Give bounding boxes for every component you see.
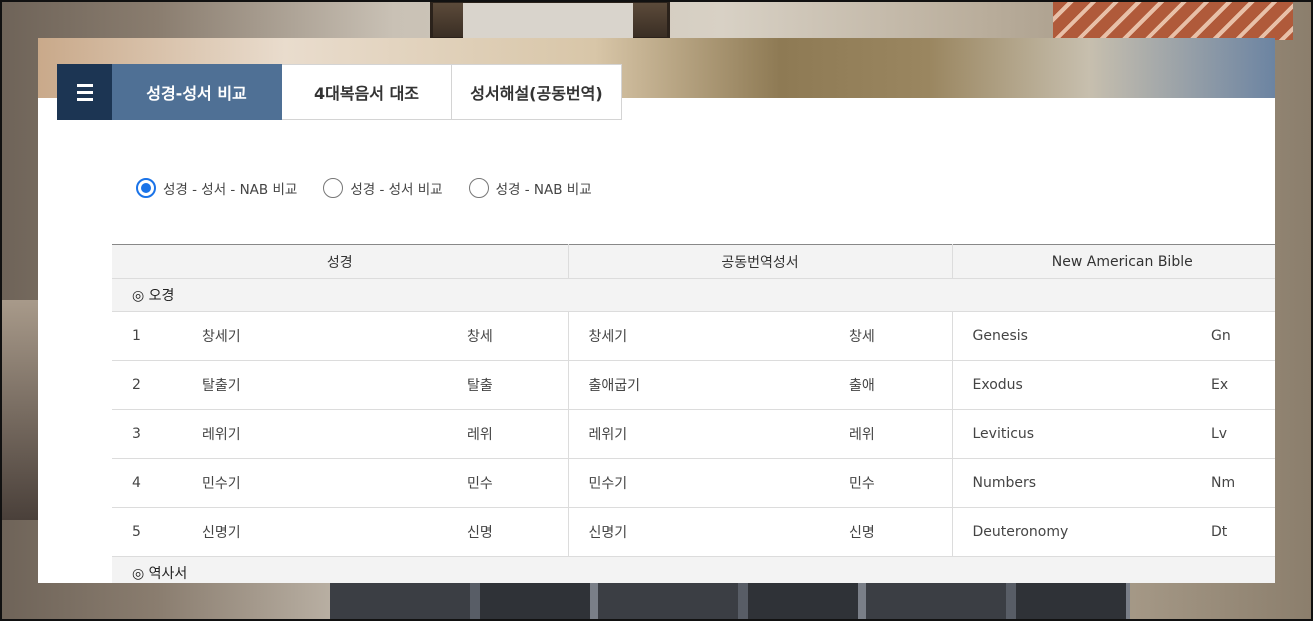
- book-abbr-nab: Ex: [1191, 360, 1275, 410]
- book-abbr-nab: Gn: [1191, 311, 1275, 361]
- book-abbr-common: 신명: [829, 507, 953, 557]
- table-row[interactable]: 3 레위기 레위 레위기 레위 Leviticus Lv: [112, 409, 1275, 459]
- table-row[interactable]: 2 탈출기 탈출 출애굽기 출애 Exodus Ex: [112, 360, 1275, 410]
- section-row: ◎ 오경: [112, 278, 1275, 312]
- book-number: 2: [112, 360, 182, 410]
- background-roof: [1053, 0, 1293, 40]
- section-title: ◎ 오경: [112, 278, 1275, 312]
- tab-four-gospels[interactable]: 4대복음서 대조: [282, 64, 452, 120]
- section-row: ◎ 역사서: [112, 556, 1275, 583]
- book-name-common: 민수기: [568, 458, 829, 508]
- book-comparison-table: 성경 공동번역성서 New American Bible ◎ 오경 1 창세기 창세 창…: [112, 244, 1275, 583]
- book-abbr-catholic: 탈출: [447, 360, 569, 410]
- book-number: 3: [112, 409, 182, 459]
- header-common-translation: 공동번역성서: [568, 244, 953, 279]
- tab-bar: 성경-성서 비교 4대복음서 대조 성서해설(공동번역): [57, 64, 622, 120]
- book-name-catholic: 창세기: [182, 311, 447, 361]
- tab-bible-comparison[interactable]: 성경-성서 비교: [112, 64, 282, 120]
- book-abbr-common: 창세: [829, 311, 953, 361]
- radio-bible-common[interactable]: 성경 - 성서 비교: [323, 178, 443, 198]
- book-abbr-catholic: 레위: [447, 409, 569, 459]
- book-number: 1: [112, 311, 182, 361]
- book-name-catholic: 민수기: [182, 458, 447, 508]
- header-nab: New American Bible: [952, 244, 1275, 279]
- book-abbr-common: 레위: [829, 409, 953, 459]
- radio-bible-nab[interactable]: 성경 - NAB 비교: [468, 178, 592, 198]
- book-name-common: 레위기: [568, 409, 829, 459]
- book-name-catholic: 신명기: [182, 507, 447, 557]
- book-abbr-nab: Lv: [1191, 409, 1275, 459]
- radio-all-three[interactable]: 성경 - 성서 - NAB 비교: [136, 178, 297, 198]
- book-name-nab: Deuteronomy: [952, 507, 1191, 557]
- radio-dot[interactable]: [136, 178, 156, 198]
- section-title: ◎ 역사서: [112, 556, 1275, 583]
- radio-label: 성경 - 성서 - NAB 비교: [163, 182, 298, 198]
- book-abbr-catholic: 민수: [447, 458, 569, 508]
- header-catholic-bible: 성경: [112, 244, 569, 279]
- table-row[interactable]: 4 민수기 민수 민수기 민수 Numbers Nm: [112, 458, 1275, 508]
- book-name-common: 창세기: [568, 311, 829, 361]
- book-name-nab: Leviticus: [952, 409, 1191, 459]
- radio-dot[interactable]: [323, 178, 344, 198]
- book-name-catholic: 레위기: [182, 409, 447, 459]
- table-body: ◎ 오경 1 창세기 창세 창세기 창세 Genesis Gn 2 탈출기 탈출 출애굽기 출애 Exod…: [112, 278, 1275, 583]
- book-name-nab: Exodus: [952, 360, 1191, 410]
- menu-button[interactable]: [57, 64, 112, 120]
- book-name-common: 신명기: [568, 507, 829, 557]
- book-name-catholic: 탈출기: [182, 360, 447, 410]
- book-name-nab: Genesis: [952, 311, 1191, 361]
- book-abbr-catholic: 신명: [447, 507, 569, 557]
- background-frame: [430, 0, 670, 40]
- book-abbr-common: 민수: [829, 458, 953, 508]
- radio-label: 성경 - NAB 비교: [495, 182, 592, 198]
- table-row[interactable]: 5 신명기 신명 신명기 신명 Deuteronomy Dt: [112, 507, 1275, 557]
- book-abbr-nab: Nm: [1191, 458, 1275, 508]
- background-arch: [0, 300, 40, 520]
- book-number: 5: [112, 507, 182, 557]
- book-name-common: 출애굽기: [568, 360, 829, 410]
- radio-dot[interactable]: [468, 178, 489, 198]
- table-row[interactable]: 1 창세기 창세 창세기 창세 Genesis Gn: [112, 311, 1275, 361]
- book-number: 4: [112, 458, 182, 508]
- hamburger-icon: [76, 83, 93, 101]
- book-abbr-common: 출애: [829, 360, 953, 410]
- radio-label: 성경 - 성서 비교: [350, 182, 443, 198]
- background-bottom: [330, 583, 1130, 621]
- book-name-nab: Numbers: [952, 458, 1191, 508]
- comparison-mode-group: 성경 - 성서 - NAB 비교 성경 - 성서 비교 성경 - NAB 비교: [136, 178, 592, 198]
- book-abbr-catholic: 창세: [447, 311, 569, 361]
- content-panel: 성경-성서 비교 4대복음서 대조 성서해설(공동번역) 성경 - 성서 - N…: [38, 38, 1275, 583]
- book-abbr-nab: Dt: [1191, 507, 1275, 557]
- tab-commentary[interactable]: 성서해설(공동번역): [452, 64, 622, 120]
